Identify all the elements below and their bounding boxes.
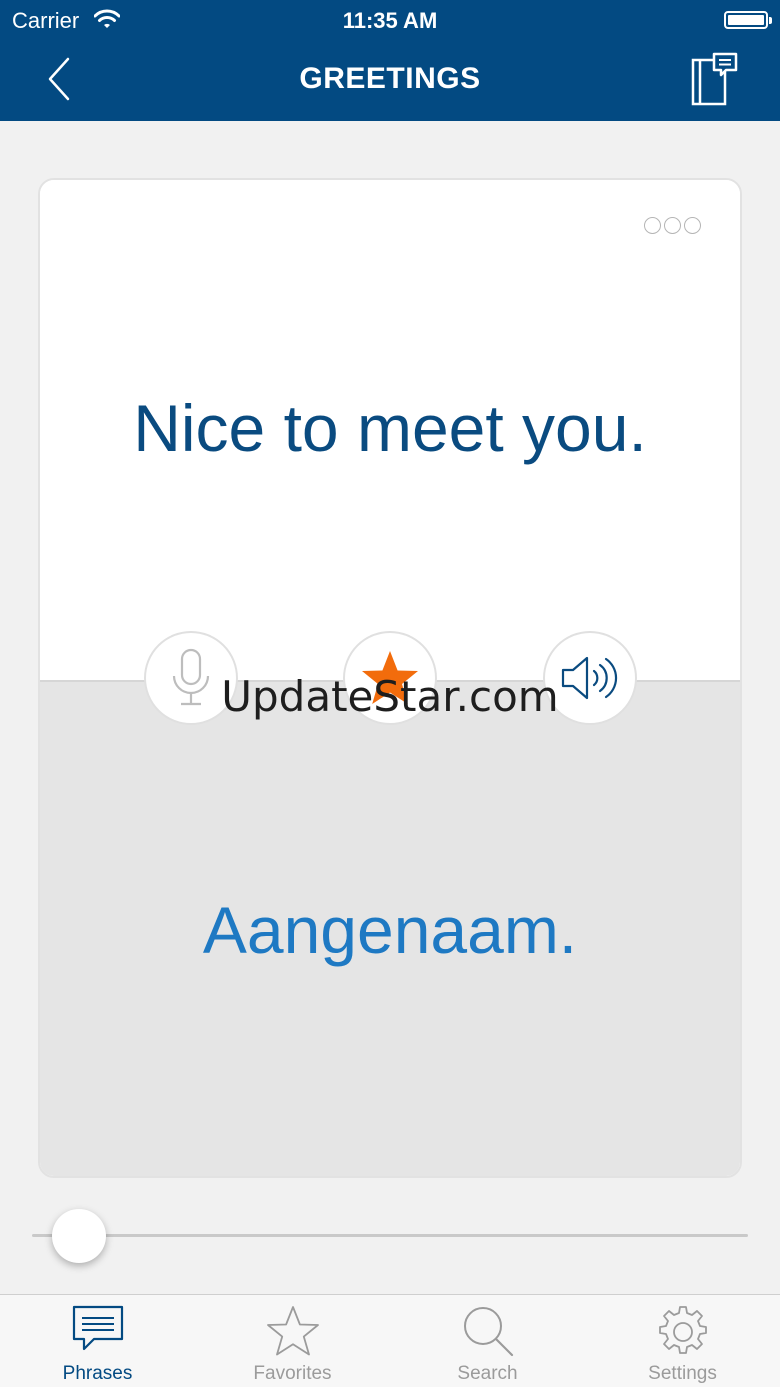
tab-phrases-label: Phrases — [62, 1363, 133, 1384]
record-button[interactable] — [144, 631, 238, 725]
play-audio-button[interactable] — [543, 631, 637, 725]
tab-favorites-label: Favorites — [253, 1363, 332, 1384]
more-dots-icon — [644, 217, 661, 234]
microphone-icon — [172, 648, 210, 706]
phrase-slider[interactable] — [32, 1206, 748, 1266]
tab-search[interactable]: Search — [390, 1295, 585, 1387]
battery-icon — [724, 11, 772, 29]
status-bar: Carrier 11:35 AM — [0, 0, 780, 40]
phrase-text: Nice to meet you. — [133, 391, 647, 465]
tab-favorites[interactable]: Favorites — [195, 1295, 390, 1387]
search-icon — [463, 1307, 513, 1357]
phrase-card-front: Nice to meet you. — [40, 180, 740, 680]
phrase-card-back: Aangenaam. — [40, 680, 740, 1176]
notebook-button[interactable] — [690, 52, 740, 108]
status-time: 11:35 AM — [342, 8, 438, 33]
star-icon — [362, 651, 418, 704]
speaker-icon — [561, 656, 618, 700]
tab-phrases[interactable]: Phrases — [0, 1295, 195, 1387]
tab-search-label: Search — [457, 1363, 518, 1384]
star-icon — [266, 1306, 319, 1356]
speech-bubble-icon — [72, 1305, 123, 1351]
top-bar: Carrier 11:35 AM GREETINGS — [0, 0, 780, 121]
tab-settings[interactable]: Settings — [585, 1295, 780, 1387]
notebook-icon — [691, 52, 738, 106]
more-options-button[interactable] — [644, 217, 706, 235]
slider-track — [32, 1234, 748, 1237]
translation-text: Aangenaam. — [202, 893, 578, 967]
slider-thumb[interactable] — [52, 1209, 106, 1263]
tab-settings-label: Settings — [648, 1363, 717, 1384]
page-title: GREETINGS — [299, 62, 481, 95]
tab-bar: Phrases Favorites Search Settings — [0, 1294, 780, 1387]
gear-icon — [658, 1306, 707, 1354]
favorite-button[interactable] — [343, 631, 437, 725]
